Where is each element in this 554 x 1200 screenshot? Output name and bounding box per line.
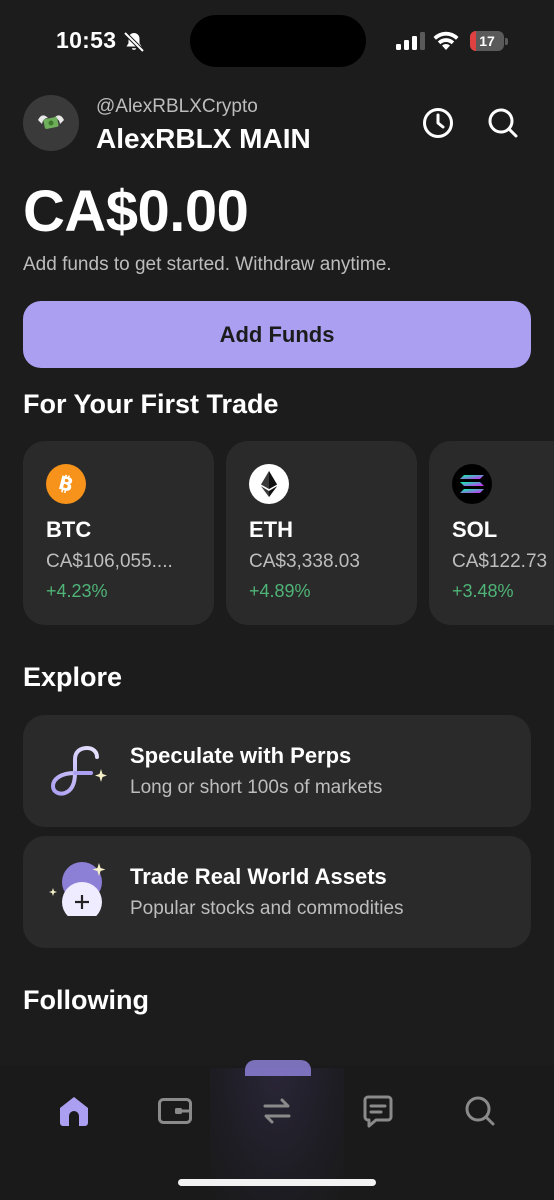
add-funds-button[interactable]: Add Funds	[23, 301, 531, 368]
asset-price: CA$106,055....	[46, 551, 173, 572]
ethereum-icon	[249, 464, 289, 504]
explore-item-rwa[interactable]: Trade Real World Assets Popular stocks a…	[23, 836, 531, 948]
explore-item-description: Long or short 100s of markets	[130, 777, 383, 798]
swap-icon[interactable]	[258, 1092, 296, 1130]
asset-symbol: SOL	[452, 517, 498, 542]
balance-amount: CA$0.00	[23, 179, 249, 244]
rwa-icon	[49, 862, 106, 916]
asset-symbol: BTC	[46, 517, 92, 542]
solana-icon	[452, 464, 492, 504]
swap-indicator	[245, 1060, 311, 1076]
home-indicator	[178, 1179, 376, 1186]
clock-icon[interactable]	[420, 105, 456, 141]
following-title: Following	[23, 985, 149, 1015]
account-handle[interactable]: @AlexRBLXCrypto	[96, 96, 258, 118]
asset-card-sol[interactable]: SOL CA$122.73 +3.48%	[429, 441, 554, 625]
explore-item-description: Popular stocks and commodities	[130, 898, 404, 919]
explore-title: Explore	[23, 662, 123, 692]
search-icon[interactable]	[485, 105, 521, 141]
explore-item-perps[interactable]: Speculate with Perps Long or short 100s …	[23, 715, 531, 827]
avatar[interactable]	[23, 95, 79, 151]
asset-price: CA$122.73	[452, 551, 548, 572]
perps-icon	[50, 745, 107, 796]
wallet-icon[interactable]	[156, 1092, 194, 1130]
explore-item-title: Trade Real World Assets	[130, 864, 387, 889]
first-trade-title: For Your First Trade	[23, 389, 279, 419]
bell-off-icon	[123, 31, 145, 53]
battery-level: 17	[479, 33, 495, 49]
battery-cap	[505, 38, 508, 45]
battery-indicator: 17	[470, 31, 508, 51]
status-bar: 10:53 17	[0, 0, 554, 84]
balance-subtitle: Add funds to get started. Withdraw anyti…	[23, 254, 392, 275]
bitcoin-icon: B	[46, 464, 86, 504]
cellular-signal-icon	[396, 32, 425, 50]
account-name[interactable]: AlexRBLX MAIN	[96, 123, 311, 155]
asset-change: +3.48%	[452, 581, 514, 601]
asset-carousel[interactable]: B BTC CA$106,055.... +4.23% ETH CA$3,338…	[23, 441, 554, 625]
battery-body: 17	[470, 31, 504, 51]
asset-price: CA$3,338.03	[249, 551, 360, 572]
explore-item-title: Speculate with Perps	[130, 743, 352, 768]
dynamic-island	[190, 15, 366, 67]
asset-change: +4.89%	[249, 581, 311, 601]
home-icon[interactable]	[55, 1092, 93, 1130]
wifi-icon	[433, 31, 459, 50]
asset-card-eth[interactable]: ETH CA$3,338.03 +4.89%	[226, 441, 417, 625]
asset-card-btc[interactable]: B BTC CA$106,055.... +4.23%	[23, 441, 214, 625]
asset-change: +4.23%	[46, 581, 108, 601]
asset-symbol: ETH	[249, 517, 293, 542]
status-time: 10:53	[56, 27, 117, 53]
explore-search-icon[interactable]	[461, 1092, 499, 1130]
money-wings-icon	[38, 115, 64, 129]
chat-icon[interactable]	[359, 1092, 397, 1130]
